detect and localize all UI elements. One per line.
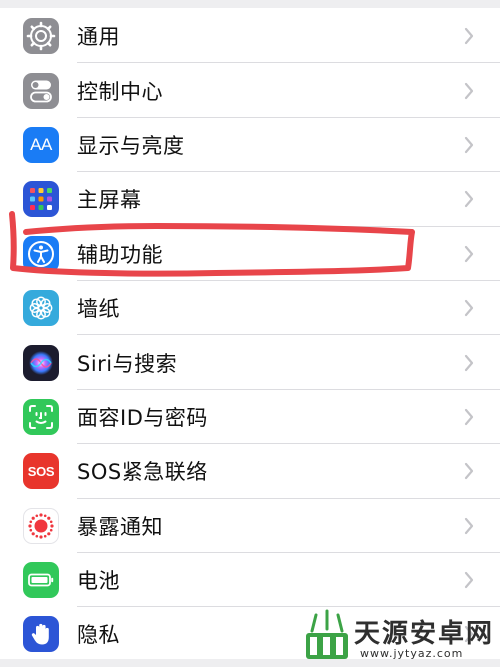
settings-row-label: 控制中心 bbox=[77, 79, 163, 104]
app-grid-icon bbox=[23, 181, 59, 218]
text-size-icon: AA bbox=[23, 126, 59, 163]
settings-list: 通用 控制中心 AA 显示与亮度 主屏幕 辅助功能 墙纸 Siri与搜索 面容I… bbox=[0, 9, 500, 662]
settings-row-siri-search[interactable]: Siri与搜索 bbox=[0, 335, 500, 390]
top-separator bbox=[0, 0, 500, 8]
settings-row-face-id-passcode[interactable]: 面容ID与密码 bbox=[0, 390, 500, 445]
settings-row-label: 主屏幕 bbox=[77, 188, 142, 213]
settings-row-label: 辅助功能 bbox=[77, 242, 163, 267]
battery-icon bbox=[23, 562, 59, 599]
bottom-separator bbox=[0, 659, 500, 667]
settings-row-label: 暴露通知 bbox=[77, 514, 163, 539]
settings-row-label: 通用 bbox=[77, 25, 120, 50]
settings-row-label: 面容ID与密码 bbox=[77, 405, 208, 430]
settings-row-general[interactable]: 通用 bbox=[0, 9, 500, 64]
chevron-right-icon bbox=[464, 571, 474, 589]
chevron-right-icon bbox=[464, 28, 474, 45]
settings-row-accessibility[interactable]: 辅助功能 bbox=[0, 227, 500, 281]
chevron-right-icon bbox=[464, 354, 474, 371]
settings-row-emergency-sos[interactable]: SOS SOS紧急联络 bbox=[0, 444, 500, 499]
settings-row-label: 墙纸 bbox=[77, 297, 120, 322]
hand-icon bbox=[23, 616, 59, 653]
chevron-right-icon bbox=[464, 408, 474, 426]
settings-row-privacy[interactable]: 隐私 bbox=[0, 607, 500, 661]
settings-row-label: Siri与搜索 bbox=[77, 351, 178, 376]
accessibility-icon bbox=[23, 235, 59, 272]
settings-row-label: 显示与亮度 bbox=[77, 133, 185, 158]
chevron-right-icon bbox=[464, 191, 474, 208]
siri-icon bbox=[23, 344, 59, 381]
settings-row-home-screen[interactable]: 主屏幕 bbox=[0, 172, 500, 227]
settings-row-label: 隐私 bbox=[77, 623, 120, 648]
sos-glyph: SOS bbox=[27, 463, 55, 479]
settings-row-label: 电池 bbox=[77, 569, 120, 594]
gear-icon bbox=[23, 18, 59, 55]
settings-row-control-center[interactable]: 控制中心 bbox=[0, 63, 500, 118]
chevron-right-icon bbox=[464, 517, 474, 534]
chevron-right-icon bbox=[464, 300, 474, 317]
settings-row-wallpaper[interactable]: 墙纸 bbox=[0, 281, 500, 336]
text-size-glyph: AA bbox=[30, 134, 52, 154]
sos-icon: SOS bbox=[23, 453, 59, 490]
settings-row-label: SOS紧急联络 bbox=[77, 460, 208, 485]
chevron-right-icon bbox=[464, 82, 474, 99]
chevron-right-icon bbox=[464, 245, 474, 262]
settings-row-battery[interactable]: 电池 bbox=[0, 553, 500, 608]
settings-row-display-brightness[interactable]: AA 显示与亮度 bbox=[0, 118, 500, 173]
chevron-right-icon bbox=[464, 626, 474, 643]
chevron-right-icon bbox=[464, 136, 474, 154]
settings-row-exposure-notifications[interactable]: 暴露通知 bbox=[0, 499, 500, 553]
exposure-icon bbox=[23, 507, 59, 544]
chevron-right-icon bbox=[464, 463, 474, 480]
switches-icon bbox=[23, 72, 59, 109]
flower-icon bbox=[23, 290, 59, 327]
settings-screen: 通用 控制中心 AA 显示与亮度 主屏幕 辅助功能 墙纸 Siri与搜索 面容I… bbox=[0, 0, 500, 667]
face-id-icon bbox=[23, 398, 59, 435]
